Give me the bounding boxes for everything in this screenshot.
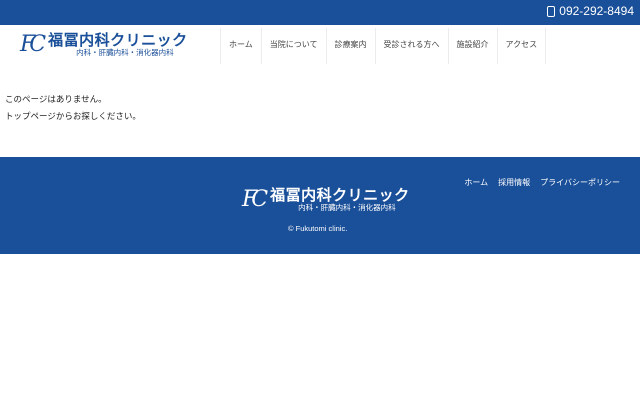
logo-subtitle: 内科・肝臓内科・消化器内科	[76, 48, 174, 57]
not-found-hint: トップページからお探しください。	[5, 112, 141, 122]
header-logo[interactable]: FC 福冨内科クリニック 内科・肝臓内科・消化器内科	[20, 32, 188, 57]
nav-patients[interactable]: 受診される方へ	[374, 28, 448, 64]
footer-logo[interactable]: FC 福冨内科クリニック 内科・肝臓内科・消化器内科	[242, 187, 410, 212]
logo-subtitle: 内科・肝臓内科・消化器内科	[298, 203, 396, 212]
footer-link-home[interactable]: ホーム	[464, 177, 488, 188]
footer-links: ホーム 採用情報 プライバシーポリシー	[464, 177, 620, 188]
phone-icon	[547, 5, 556, 17]
logo-name: 福冨内科クリニック	[48, 31, 188, 49]
main-nav: ホーム 当院について 診療案内 受診される方へ 施設紹介 アクセス	[220, 28, 547, 64]
nav-about[interactable]: 当院について	[260, 28, 326, 64]
footer-link-recruit[interactable]: 採用情報	[498, 177, 530, 188]
logo-monogram: FC	[242, 187, 268, 212]
nav-access[interactable]: アクセス	[496, 28, 547, 64]
phone-number: 092-292-8494	[559, 4, 634, 18]
footer-link-privacy[interactable]: プライバシーポリシー	[540, 177, 620, 188]
footer: ホーム 採用情報 プライバシーポリシー FC 福冨内科クリニック 内科・肝臓内科…	[0, 157, 640, 254]
top-bar: 092-292-8494	[0, 0, 640, 25]
logo-name: 福冨内科クリニック	[270, 186, 410, 204]
copyright: © Fukutomi clinic.	[288, 224, 348, 233]
nav-facilities[interactable]: 施設紹介	[447, 28, 497, 64]
nav-home[interactable]: ホーム	[220, 28, 261, 64]
nav-services[interactable]: 診療案内	[325, 28, 375, 64]
logo-monogram: FC	[20, 32, 46, 57]
phone-link[interactable]: 092-292-8494	[547, 4, 634, 18]
not-found-message: このページはありません。	[5, 95, 107, 105]
